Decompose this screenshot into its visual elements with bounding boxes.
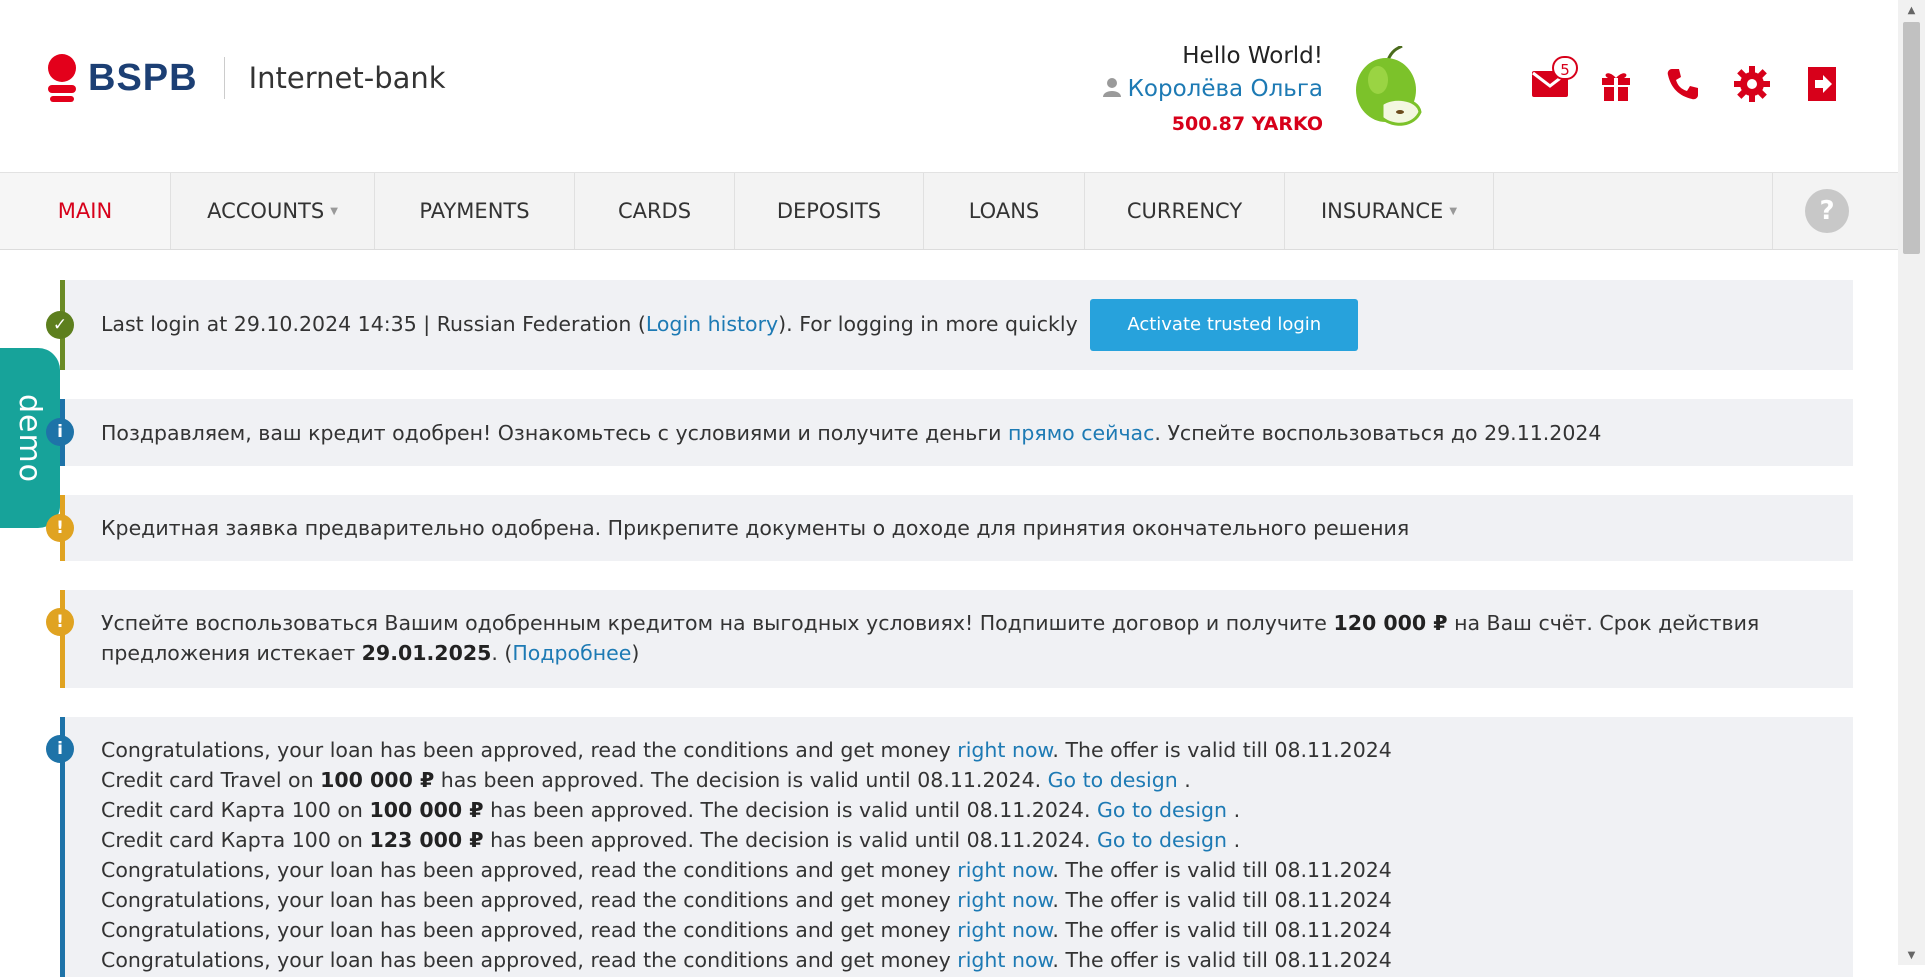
- offer-text-3: . (: [491, 641, 513, 665]
- scroll-up-arrow-icon[interactable]: ▲: [1898, 0, 1925, 20]
- offer-line: Credit card Travel on 100 000 ₽ has been…: [101, 768, 1191, 792]
- go-to-design-link[interactable]: Go to design: [1048, 768, 1178, 792]
- right-now-link[interactable]: right now: [957, 888, 1052, 912]
- login-text-before: Last login at 29.10.2024 14:35 | Russian…: [101, 312, 646, 336]
- offer-line: Congratulations, your loan has been appr…: [101, 858, 1392, 882]
- offer-date: 29.01.2025: [361, 641, 492, 665]
- info-icon: i: [46, 735, 74, 763]
- activate-trusted-login-button[interactable]: Activate trusted login: [1090, 299, 1359, 351]
- credit-approved-alert: i Поздравляем, ваш кредит одобрен! Ознак…: [46, 399, 1853, 466]
- scroll-thumb[interactable]: [1903, 22, 1920, 254]
- offer-line: Congratulations, your loan has been appr…: [101, 888, 1392, 912]
- nav-label-cards: CARDS: [617, 199, 692, 223]
- logo-subtitle: Internet-bank: [248, 61, 446, 95]
- phone-button[interactable]: [1661, 62, 1705, 110]
- nav-label-payments: PAYMENTS: [419, 199, 530, 223]
- info-icon: i: [46, 418, 74, 446]
- bank-logo[interactable]: BSPB Internet-bank: [44, 52, 446, 104]
- right-now-link[interactable]: right now: [957, 948, 1052, 972]
- right-now-link[interactable]: right now: [957, 858, 1052, 882]
- right-now-link[interactable]: прямо сейчас: [1008, 421, 1154, 445]
- help-button[interactable]: ?: [1772, 173, 1881, 249]
- apple-avatar[interactable]: [1348, 44, 1424, 130]
- phone-icon: [1666, 67, 1700, 105]
- login-alert-text: Last login at 29.10.2024 14:35 | Russian…: [101, 299, 1359, 351]
- login-alert: ✓ Last login at 29.10.2024 14:35 | Russi…: [46, 280, 1853, 370]
- gift-icon: [1600, 67, 1632, 105]
- logo-divider: [223, 57, 225, 99]
- offer-alert: ! Успейте воспользоваться Вашим одобренн…: [46, 590, 1853, 688]
- right-now-link[interactable]: right now: [957, 918, 1052, 942]
- nav-item-loans[interactable]: LOANS: [924, 173, 1085, 249]
- details-link[interactable]: Подробнее: [512, 641, 631, 665]
- user-name-link[interactable]: Королёва Ольга: [1102, 72, 1323, 107]
- offer-text-4: ): [631, 641, 640, 665]
- nav-item-insurance[interactable]: INSURANCE ▼: [1285, 173, 1494, 249]
- logo-mark-icon: [44, 52, 80, 104]
- header: BSPB Internet-bank Hello World! Королёва…: [0, 0, 1898, 172]
- login-history-link[interactable]: Login history: [646, 312, 778, 336]
- offer-line: Credit card Карта 100 on 123 000 ₽ has b…: [101, 828, 1241, 852]
- nav-item-cards[interactable]: CARDS: [575, 173, 735, 249]
- go-to-design-link[interactable]: Go to design: [1097, 828, 1227, 852]
- chevron-down-icon: ▼: [1449, 205, 1458, 217]
- gift-button[interactable]: [1594, 62, 1638, 110]
- offer-text: Успейте воспользоваться Вашим одобренным…: [101, 608, 1813, 668]
- mail-button[interactable]: 5: [1528, 56, 1578, 110]
- credit-text-after: . Успейте воспользоваться до 29.11.2024: [1154, 420, 1602, 445]
- nav-label-currency: CURRENCY: [1126, 199, 1243, 223]
- nav-item-payments[interactable]: PAYMENTS: [375, 173, 575, 249]
- greeting: Hello World!: [1182, 43, 1323, 69]
- credit-approved-text: Поздравляем, ваш кредит одобрен! Ознаком…: [101, 418, 1601, 448]
- help-icon: ?: [1805, 189, 1849, 233]
- nav-label-main: MAIN: [57, 199, 113, 223]
- page-scrollbar[interactable]: ▲ ▼: [1898, 0, 1925, 965]
- preapproved-text: Кредитная заявка предварительно одобрена…: [101, 516, 1410, 540]
- warning-icon: !: [46, 608, 74, 636]
- offer-line: Congratulations, your loan has been appr…: [101, 918, 1392, 942]
- nav-item-currency[interactable]: CURRENCY: [1085, 173, 1285, 249]
- user-block: Hello World! Королёва Ольга 500.87 YARKO: [1102, 40, 1323, 141]
- nav-label-deposits: DEPOSITS: [776, 199, 882, 223]
- nav-label-accounts: ACCOUNTS: [207, 199, 325, 223]
- preapproved-alert: ! Кредитная заявка предварительно одобре…: [46, 495, 1853, 561]
- credit-text-before: Поздравляем, ваш кредит одобрен! Ознаком…: [101, 420, 1008, 445]
- bonus-balance: 500.87 YARKO: [1171, 112, 1323, 135]
- login-text-after: ). For logging in more quickly: [778, 312, 1078, 336]
- check-icon: ✓: [46, 311, 74, 339]
- main-nav: MAIN ACCOUNTS ▼ PAYMENTS CARDS DEPOSITS …: [0, 172, 1898, 250]
- offer-line: Congratulations, your loan has been appr…: [101, 738, 1392, 762]
- warning-icon: !: [46, 514, 74, 542]
- scroll-down-arrow-icon[interactable]: ▼: [1898, 945, 1925, 965]
- offer-line: Credit card Карта 100 on 100 000 ₽ has b…: [101, 798, 1241, 822]
- logout-button[interactable]: [1800, 62, 1844, 110]
- offers-list-alert: i Congratulations, your loan has been ap…: [46, 717, 1853, 977]
- mail-count-badge: 5: [1552, 56, 1578, 80]
- nav-item-main[interactable]: MAIN: [0, 173, 171, 249]
- user-name[interactable]: Королёва Ольга: [1128, 76, 1323, 102]
- user-icon: [1102, 73, 1122, 107]
- nav-label-loans: LOANS: [968, 199, 1040, 223]
- settings-icon: [1733, 65, 1771, 107]
- offer-amount: 120 000 ₽: [1333, 611, 1448, 635]
- demo-label: demo: [12, 393, 48, 483]
- settings-button[interactable]: [1730, 62, 1774, 110]
- nav-item-accounts[interactable]: ACCOUNTS ▼: [171, 173, 375, 249]
- nav-item-deposits[interactable]: DEPOSITS: [735, 173, 924, 249]
- nav-label-insurance: INSURANCE: [1320, 199, 1444, 223]
- right-now-link[interactable]: right now: [957, 738, 1052, 762]
- logo-text: BSPB: [88, 56, 198, 99]
- logout-icon: [1806, 65, 1838, 107]
- offer-text-1: Успейте воспользоваться Вашим одобренным…: [101, 611, 1334, 635]
- offer-line: Congratulations, your loan has been appr…: [101, 948, 1392, 972]
- chevron-down-icon: ▼: [330, 205, 338, 217]
- go-to-design-link[interactable]: Go to design: [1097, 798, 1227, 822]
